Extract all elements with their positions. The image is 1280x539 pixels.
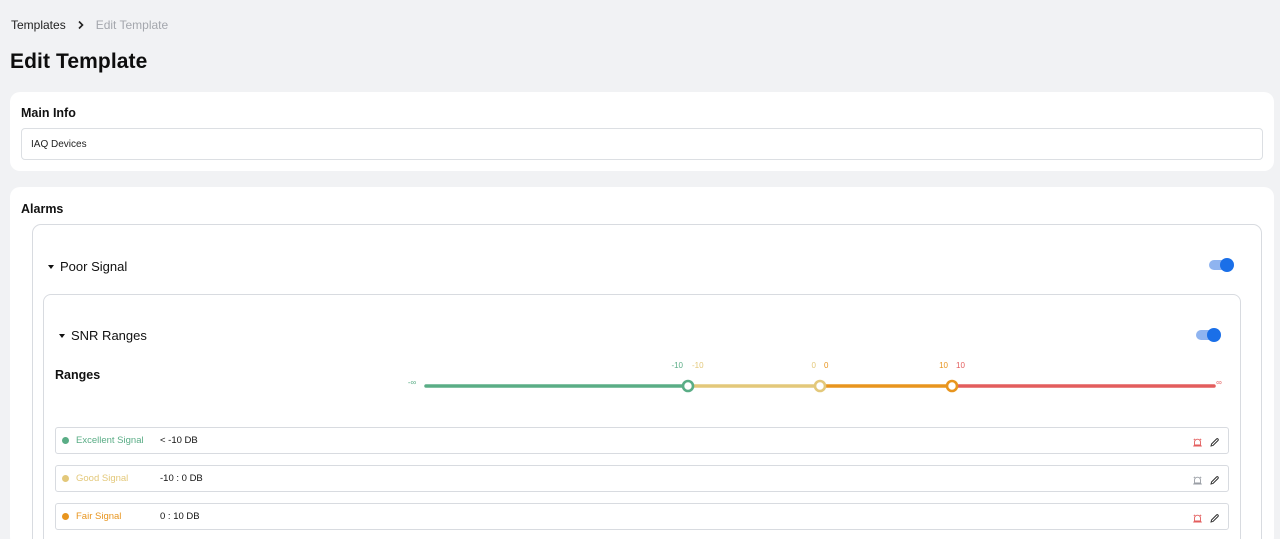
snr-ranges-panel: SNR Ranges Ranges -∞ ∞ -10 -10 0 0 10 10 bbox=[43, 294, 1241, 539]
slider-max-label: ∞ bbox=[1216, 378, 1222, 387]
switch-knob bbox=[1207, 328, 1221, 342]
range-color-dot bbox=[62, 513, 69, 520]
switch-knob bbox=[1220, 258, 1234, 272]
main-info-title: Main Info bbox=[21, 106, 76, 120]
range-row-good: Good Signal -10 : 0 DB bbox=[55, 465, 1229, 492]
range-name: Excellent Signal bbox=[76, 435, 144, 446]
pencil-icon[interactable] bbox=[1209, 511, 1220, 523]
range-name: Fair Signal bbox=[76, 511, 122, 522]
caret-down-icon bbox=[59, 333, 65, 338]
range-value: < -10 DB bbox=[160, 435, 198, 446]
threshold-2-left-label: 0 bbox=[812, 361, 817, 370]
breadcrumb-templates-link[interactable]: Templates bbox=[11, 18, 66, 32]
alarms-card: Alarms Poor Signal SNR Ranges Ranges -∞ … bbox=[10, 187, 1274, 539]
snr-ranges-enable-switch[interactable] bbox=[1196, 327, 1221, 343]
template-name-input[interactable] bbox=[21, 128, 1263, 160]
poor-signal-enable-switch[interactable] bbox=[1209, 257, 1234, 273]
alarm-bell-icon[interactable] bbox=[1192, 511, 1203, 523]
alarm-panel-poor-signal: Poor Signal SNR Ranges Ranges -∞ ∞ -10 -… bbox=[32, 224, 1262, 539]
threshold-1-handle[interactable] bbox=[681, 379, 695, 393]
alarm-bell-icon[interactable] bbox=[1192, 435, 1203, 447]
threshold-1-right-label: -10 bbox=[692, 361, 704, 370]
breadcrumb: Templates Edit Template bbox=[11, 18, 168, 32]
poor-signal-label: Poor Signal bbox=[60, 259, 128, 274]
snr-ranges-label: SNR Ranges bbox=[71, 328, 147, 343]
threshold-3-left-label: 10 bbox=[939, 361, 948, 370]
slider-min-label: -∞ bbox=[408, 378, 417, 387]
pencil-icon[interactable] bbox=[1209, 435, 1220, 447]
poor-signal-collapse-toggle[interactable]: Poor Signal bbox=[48, 259, 127, 274]
threshold-3-right-label: 10 bbox=[956, 361, 965, 370]
alarm-bell-icon[interactable] bbox=[1192, 473, 1203, 485]
range-value: -10 : 0 DB bbox=[160, 473, 203, 484]
range-color-dot bbox=[62, 475, 69, 482]
ranges-label: Ranges bbox=[55, 368, 101, 382]
range-name: Good Signal bbox=[76, 473, 129, 484]
range-row-fair: Fair Signal 0 : 10 DB bbox=[55, 503, 1229, 530]
snr-ranges-collapse-toggle[interactable]: SNR Ranges bbox=[59, 328, 147, 343]
threshold-3-handle[interactable] bbox=[945, 379, 959, 393]
threshold-1-left-label: -10 bbox=[671, 361, 683, 370]
range-color-dot bbox=[62, 437, 69, 444]
snr-range-slider: -∞ ∞ -10 -10 0 0 10 10 bbox=[408, 361, 1222, 393]
chevron-right-icon bbox=[72, 18, 90, 32]
range-value: 0 : 10 DB bbox=[160, 511, 200, 522]
threshold-2-handle[interactable] bbox=[813, 379, 827, 393]
main-info-card: Main Info bbox=[10, 92, 1274, 171]
breadcrumb-current: Edit Template bbox=[95, 18, 169, 32]
threshold-2-right-label: 0 bbox=[824, 361, 829, 370]
pencil-icon[interactable] bbox=[1209, 473, 1220, 485]
range-row-excellent: Excellent Signal < -10 DB bbox=[55, 427, 1229, 454]
page-title: Edit Template bbox=[10, 50, 148, 73]
alarms-title: Alarms bbox=[21, 202, 64, 216]
caret-down-icon bbox=[48, 264, 54, 269]
